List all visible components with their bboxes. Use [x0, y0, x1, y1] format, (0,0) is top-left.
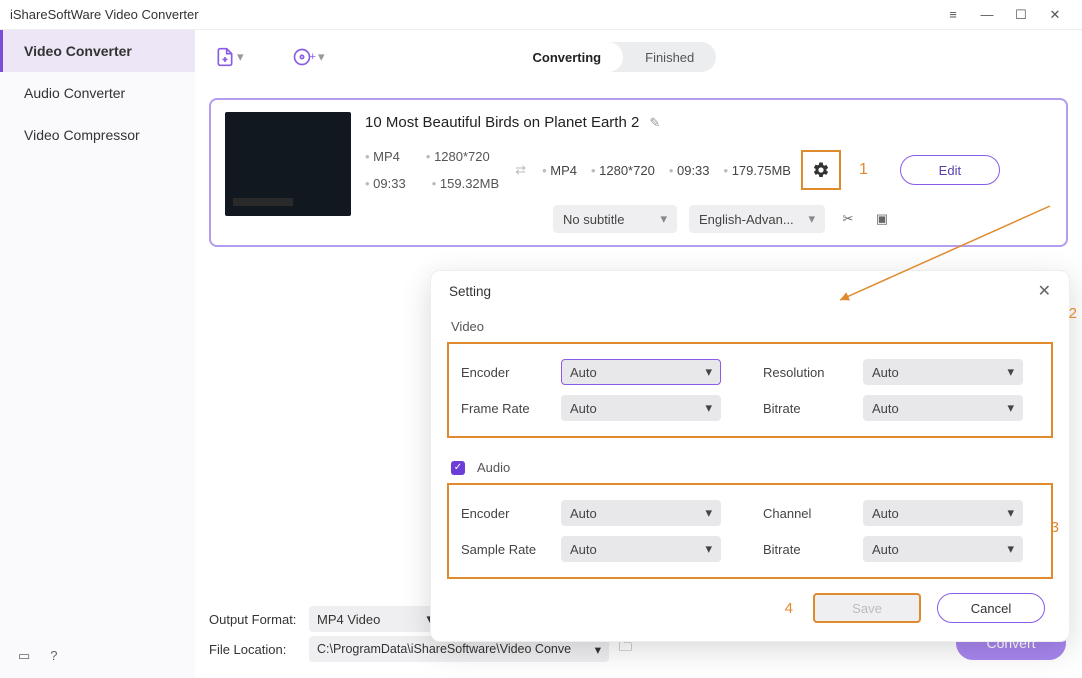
close-icon[interactable]: ✕: [1038, 1, 1072, 29]
minimize-icon[interactable]: —: [970, 1, 1004, 29]
save-button[interactable]: Save: [813, 593, 921, 623]
chevron-down-icon: ▾: [808, 211, 815, 227]
sidebar-item-video-compressor[interactable]: Video Compressor: [0, 114, 195, 156]
toolbar: ▾ + ▾ Converting Finished: [209, 40, 1068, 74]
output-format-label: Output Format:: [209, 612, 299, 627]
hamburger-icon[interactable]: ≡: [936, 1, 970, 29]
settings-modal: Setting ✕ Video 2 Encoder Auto▾ Resoluti…: [430, 270, 1070, 642]
audio-sample-rate-select[interactable]: Auto▾: [561, 536, 721, 562]
bitrate-label: Bitrate: [763, 401, 863, 416]
sidebar-item-audio-converter[interactable]: Audio Converter: [0, 72, 195, 114]
annotation-1: 1: [859, 161, 868, 179]
chevron-down-icon: ▾: [595, 642, 601, 657]
encoder-label: Encoder: [461, 506, 561, 521]
app-title: iShareSoftWare Video Converter: [10, 7, 199, 22]
item-title: 10 Most Beautiful Birds on Planet Earth …: [365, 114, 639, 131]
resolution-label: Resolution: [763, 365, 863, 380]
chevron-down-icon: ▾: [1007, 400, 1014, 416]
chevron-down-icon: ▾: [660, 211, 667, 227]
cancel-button[interactable]: Cancel: [937, 593, 1045, 623]
bitrate-label: Bitrate: [763, 542, 863, 557]
frame-rate-label: Frame Rate: [461, 401, 561, 416]
video-settings-group: 2 Encoder Auto▾ Resolution Auto▾ Frame R…: [447, 342, 1053, 438]
chevron-down-icon: ▾: [1007, 364, 1014, 380]
sidebar-item-label: Audio Converter: [24, 85, 125, 101]
edit-button[interactable]: Edit: [900, 155, 1000, 185]
conversion-item: 10 Most Beautiful Birds on Planet Earth …: [209, 98, 1068, 247]
file-location-label: File Location:: [209, 642, 299, 657]
video-resolution-select[interactable]: Auto▾: [863, 359, 1023, 385]
chevron-down-icon: ▾: [705, 400, 712, 416]
sidebar-item-video-converter[interactable]: Video Converter: [0, 30, 195, 72]
audio-section-label: ✓ Audio: [431, 452, 1069, 483]
sidebar: Video Converter Audio Converter Video Co…: [0, 30, 195, 678]
audio-channel-select[interactable]: Auto▾: [863, 500, 1023, 526]
sidebar-item-label: Video Converter: [24, 43, 132, 59]
book-icon[interactable]: ▭: [18, 648, 30, 664]
status-tabs: Converting Finished: [511, 42, 717, 72]
title-bar: iShareSoftWare Video Converter ≡ — ☐ ✕: [0, 0, 1082, 30]
output-format-select[interactable]: MP4 Video▾: [309, 606, 441, 632]
source-specs: MP41280*720 09:33159.32MB: [365, 149, 499, 191]
video-thumbnail[interactable]: [225, 112, 351, 216]
sidebar-item-label: Video Compressor: [24, 127, 140, 143]
rename-icon[interactable]: ✎: [649, 115, 660, 131]
crop-icon[interactable]: ▣: [871, 211, 893, 227]
swap-icon[interactable]: ⇄: [515, 162, 526, 178]
encoder-label: Encoder: [461, 365, 561, 380]
help-icon[interactable]: ?: [50, 648, 57, 664]
channel-label: Channel: [763, 506, 863, 521]
audio-settings-group: 3 Encoder Auto▾ Channel Auto▾ Sample Rat…: [447, 483, 1053, 579]
audio-checkbox[interactable]: ✓: [451, 461, 465, 475]
chevron-down-icon: ▾: [1007, 505, 1014, 521]
chevron-down-icon: ▾: [1007, 541, 1014, 557]
maximize-icon[interactable]: ☐: [1004, 1, 1038, 29]
video-bitrate-select[interactable]: Auto▾: [863, 395, 1023, 421]
video-frame-rate-select[interactable]: Auto▾: [561, 395, 721, 421]
close-icon[interactable]: ✕: [1038, 281, 1051, 301]
cut-icon[interactable]: ✂: [837, 211, 859, 227]
audio-track-select[interactable]: English-Advan...▾: [689, 205, 825, 233]
sample-rate-label: Sample Rate: [461, 542, 561, 557]
chevron-down-icon: ▾: [705, 505, 712, 521]
add-file-button[interactable]: ▾: [209, 43, 250, 71]
tab-finished[interactable]: Finished: [623, 42, 716, 72]
annotation-2: 2: [1069, 305, 1077, 322]
video-section-label: Video: [431, 311, 1069, 342]
audio-encoder-select[interactable]: Auto▾: [561, 500, 721, 526]
video-encoder-select[interactable]: Auto▾: [561, 359, 721, 385]
annotation-3: 3: [1051, 519, 1059, 536]
audio-bitrate-select[interactable]: Auto▾: [863, 536, 1023, 562]
tab-converting[interactable]: Converting: [511, 42, 624, 72]
settings-button[interactable]: [801, 150, 841, 190]
subtitle-select[interactable]: No subtitle▾: [553, 205, 677, 233]
output-specs: MP4 1280*720 09:33 179.75MB: [542, 163, 791, 178]
annotation-4: 4: [785, 600, 793, 617]
add-disc-button[interactable]: + ▾: [286, 43, 331, 71]
chevron-down-icon: ▾: [318, 49, 325, 65]
chevron-down-icon: ▾: [237, 49, 244, 65]
chevron-down-icon: ▾: [705, 364, 712, 380]
chevron-down-icon: ▾: [705, 541, 712, 557]
modal-title: Setting: [449, 284, 491, 299]
